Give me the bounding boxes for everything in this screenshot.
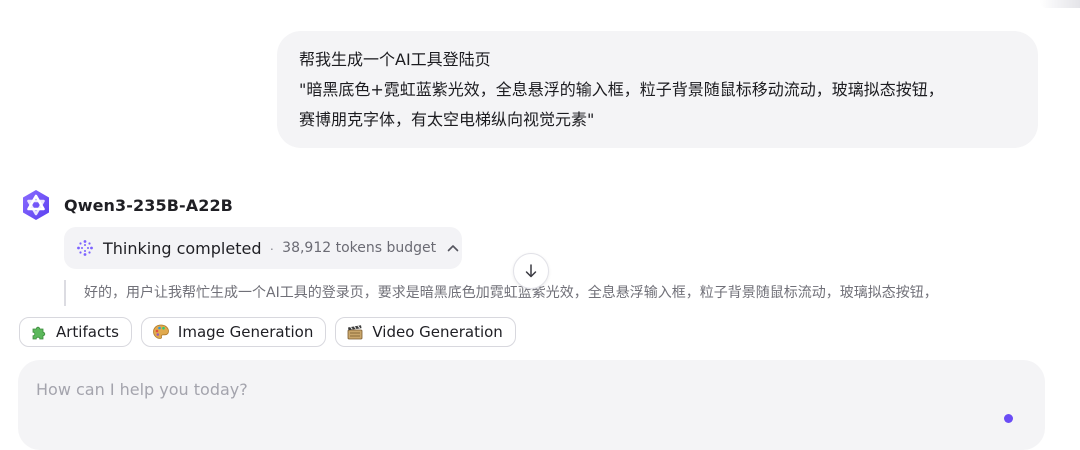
- film-clapper-icon: [347, 325, 363, 340]
- thinking-status-label: Thinking completed: [103, 238, 262, 258]
- top-right-scroll-shadow: [1040, 0, 1080, 8]
- assistant-header: Qwen3-235B-A22B: [18, 187, 233, 223]
- user-message-line: 赛博朋克字体，有太空电梯纵向视觉元素": [299, 110, 595, 129]
- thinking-preview-text: 好的，用户让我帮忙生成一个AI工具的登录页，要求是暗黑底色加霓虹蓝紫光效，全息悬…: [64, 280, 1054, 306]
- thinking-status-toggle[interactable]: Thinking completed · 38,912 tokens budge…: [64, 227, 462, 269]
- status-dot-icon[interactable]: [1004, 414, 1013, 423]
- separator-dot: ·: [269, 240, 275, 256]
- token-budget-label: 38,912 tokens budget: [282, 240, 437, 256]
- model-name: Qwen3-235B-A22B: [64, 195, 233, 215]
- scroll-to-bottom-button[interactable]: [513, 253, 549, 289]
- qwen-logo-icon: [23, 190, 49, 220]
- chevron-up-icon[interactable]: [446, 241, 460, 255]
- palette-icon: [153, 324, 169, 339]
- video-generation-chip[interactable]: Video Generation: [335, 317, 516, 347]
- sparkle-grid-icon: [77, 240, 93, 256]
- chip-label: Video Generation: [372, 323, 503, 341]
- artifacts-chip[interactable]: Artifacts: [19, 317, 132, 347]
- chip-label: Image Generation: [177, 323, 314, 341]
- feature-chips: Artifacts Image Generation Video Generat…: [19, 317, 525, 347]
- image-generation-chip[interactable]: Image Generation: [140, 317, 327, 347]
- user-message-line: "暗黑底色+霓虹蓝紫光效，全息悬浮的输入框，粒子背景随鼠标移动流动，玻璃拟态按钮…: [299, 80, 944, 99]
- user-message-bubble: 帮我生成一个AI工具登陆页 "暗黑底色+霓虹蓝紫光效，全息悬浮的输入框，粒子背景…: [277, 31, 1038, 148]
- message-composer: [18, 360, 1045, 450]
- arrow-down-icon: [525, 264, 537, 278]
- puzzle-icon: [32, 326, 46, 340]
- user-message-line: 帮我生成一个AI工具登陆页: [299, 50, 491, 69]
- chat-input[interactable]: [36, 380, 936, 399]
- chip-label: Artifacts: [56, 323, 119, 341]
